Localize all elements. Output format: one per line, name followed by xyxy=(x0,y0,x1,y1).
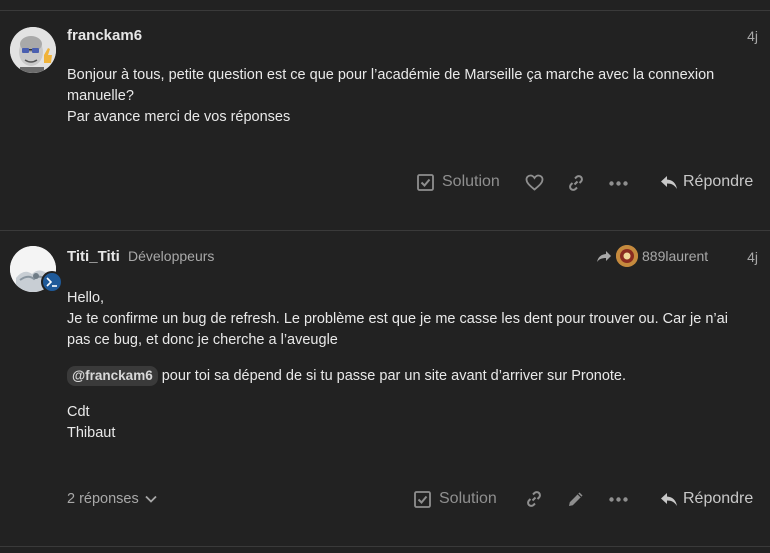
top-divider xyxy=(0,10,770,11)
post-text: pour toi sa dépend de si tu passe par un… xyxy=(157,368,627,384)
heart-icon xyxy=(525,174,544,191)
post-actions: Solution Répondre xyxy=(0,168,770,198)
post-text-line: Bonjour à tous, petite question est ce q… xyxy=(67,67,715,83)
post-actions: Solution Répondre xyxy=(0,484,770,514)
terminal-icon xyxy=(46,277,57,287)
solution-label: Solution xyxy=(439,490,497,507)
user-title: Développeurs xyxy=(128,248,215,264)
avatar[interactable] xyxy=(10,27,56,73)
reply-to-username: 889laurent xyxy=(642,248,709,264)
post-text-line: Par avance merci de vos réponses xyxy=(67,109,291,125)
reply-label: Répondre xyxy=(683,490,754,507)
post-text-line: manuelle? xyxy=(67,88,134,104)
checkbox-check-icon xyxy=(417,173,434,191)
mention-link[interactable]: @franckam6 xyxy=(67,366,158,386)
solution-label: Solution xyxy=(442,173,500,190)
post-body: Hello, Je te confirme un bug de refresh.… xyxy=(67,288,757,444)
post-text-line: Thibaut xyxy=(67,425,116,441)
post-divider xyxy=(0,230,770,231)
post-date[interactable]: 4j xyxy=(747,28,758,44)
post-text-line: pas ce bug, et donc je cherche a l’aveug… xyxy=(67,332,338,348)
like-button[interactable] xyxy=(525,174,544,191)
solution-button[interactable]: Solution xyxy=(414,490,497,508)
post-date[interactable]: 4j xyxy=(747,249,758,265)
post-text-line: Je te confirme un bug de refresh. Le pro… xyxy=(67,311,728,327)
post-divider xyxy=(0,546,770,547)
more-options-button[interactable] xyxy=(609,181,628,186)
copy-link-button[interactable] xyxy=(525,490,543,508)
post-body: Bonjour à tous, petite question est ce q… xyxy=(67,65,757,128)
copy-link-button[interactable] xyxy=(567,174,585,192)
username[interactable]: Titi_Titi xyxy=(67,248,120,265)
checkbox-check-icon xyxy=(414,490,431,508)
post-text-line: Hello, xyxy=(67,290,105,306)
reply-arrow-icon xyxy=(661,175,677,189)
pencil-icon xyxy=(569,492,583,506)
reply-button[interactable]: Répondre xyxy=(660,490,753,508)
reply-label: Répondre xyxy=(683,173,754,190)
reply-button[interactable]: Répondre xyxy=(660,173,753,191)
post-text-line: Cdt xyxy=(67,404,90,420)
more-options-button[interactable] xyxy=(609,497,628,502)
link-icon xyxy=(527,491,541,507)
username[interactable]: franckam6 xyxy=(67,27,142,44)
group-flair xyxy=(41,271,63,293)
edit-button[interactable] xyxy=(567,490,585,508)
solution-button[interactable]: Solution xyxy=(417,173,500,191)
ellipsis-icon xyxy=(609,181,628,186)
reply-to-link[interactable]: 889laurent xyxy=(596,245,708,267)
reply-arrow-icon xyxy=(661,492,677,506)
reply-to-avatar xyxy=(616,245,638,267)
share-arrow-icon xyxy=(597,250,611,262)
post-paragraph: @franckam6 pour toi sa dépend de si tu p… xyxy=(67,366,757,387)
ellipsis-icon xyxy=(609,497,628,502)
link-icon xyxy=(569,175,583,191)
